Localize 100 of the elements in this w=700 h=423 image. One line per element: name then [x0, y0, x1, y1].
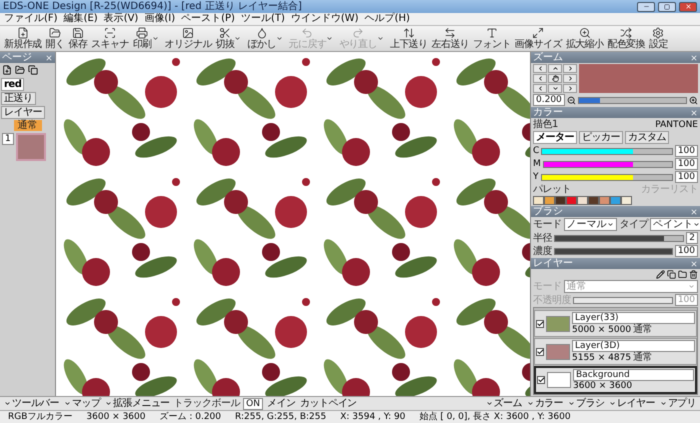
- trash-icon[interactable]: [689, 270, 698, 279]
- menu-item[interactable]: ファイル(F): [4, 13, 58, 25]
- mode-dropdown[interactable]: ノーマル: [564, 218, 616, 231]
- color-swatch[interactable]: [599, 196, 610, 205]
- color-swatch[interactable]: [610, 196, 621, 205]
- channel-value-field[interactable]: 100: [674, 145, 698, 157]
- bottom-menu-button[interactable]: ズーム: [484, 398, 523, 409]
- nav-button[interactable]: [548, 64, 562, 73]
- color-swatch[interactable]: [577, 196, 588, 205]
- copy-icon[interactable]: [28, 65, 38, 75]
- maximize-button[interactable]: [658, 2, 676, 12]
- bottom-menu-button[interactable]: マップ: [63, 398, 102, 409]
- toolbar-button[interactable]: 上下送り: [388, 26, 430, 51]
- channel-value-field[interactable]: 100: [674, 158, 698, 170]
- left-right-arrow-icon: [444, 27, 456, 39]
- toolbar-button[interactable]: 開く: [44, 26, 66, 51]
- nav-button[interactable]: [548, 74, 562, 83]
- toolbar-button[interactable]: 切抜: [214, 26, 246, 51]
- toolbar-button[interactable]: 左右送り: [430, 26, 472, 51]
- close-button[interactable]: [679, 2, 697, 12]
- document-tab[interactable]: red: [1, 78, 24, 91]
- nav-button[interactable]: [533, 64, 547, 73]
- color-swatch[interactable]: [588, 196, 599, 205]
- channel-value-field[interactable]: 100: [674, 171, 698, 183]
- channel-slider[interactable]: [542, 160, 673, 168]
- toolbar-button[interactable]: ぼかし: [245, 26, 287, 51]
- color-tab[interactable]: カスタム: [625, 131, 669, 144]
- toolbar-button[interactable]: 画像サイズ: [512, 26, 564, 51]
- toolbar-button[interactable]: 設定: [646, 26, 670, 51]
- channel-slider[interactable]: [540, 174, 673, 180]
- brush-slider[interactable]: [554, 234, 684, 242]
- bottom-menu-button[interactable]: 拡張メニュー: [104, 398, 171, 409]
- slider-value-field[interactable]: 100: [674, 245, 698, 257]
- zoom-field[interactable]: 0.200: [533, 94, 565, 106]
- slider-value-field[interactable]: 2: [686, 232, 698, 244]
- menu-item[interactable]: ペースト(P): [181, 13, 235, 25]
- nav-button[interactable]: [548, 84, 562, 93]
- caret-icon: [606, 221, 614, 228]
- nav-button[interactable]: [563, 64, 577, 73]
- pencil-icon[interactable]: [656, 270, 665, 279]
- menu-item[interactable]: ヘルプ(H): [364, 13, 410, 25]
- nav-button[interactable]: [533, 74, 547, 83]
- layer-size: 5000 × 5000: [572, 324, 632, 334]
- panel-title: ページ: [2, 52, 32, 63]
- toolbar-button[interactable]: 拡大縮小: [564, 26, 606, 51]
- bottom-menu-button[interactable]: ブラシ: [566, 398, 606, 409]
- toolbar-button[interactable]: 新規作成: [2, 26, 44, 51]
- nav-button[interactable]: [533, 84, 547, 93]
- color-swatch[interactable]: [555, 196, 566, 205]
- new-page-icon[interactable]: [2, 65, 12, 75]
- bottom-menu-button[interactable]: レイヤー: [608, 398, 656, 409]
- nav-button[interactable]: [563, 74, 577, 83]
- color-swatch[interactable]: [621, 196, 632, 205]
- document-tab[interactable]: 正送り: [1, 92, 36, 105]
- close-icon[interactable]: [690, 54, 698, 62]
- layer-mode: 通常: [633, 324, 652, 335]
- toolbar-button[interactable]: 配色変換: [605, 26, 647, 51]
- color-swatch[interactable]: [566, 196, 577, 205]
- slider-label: 濃度: [533, 246, 552, 256]
- toolbar-button[interactable]: オリジナル: [162, 26, 214, 51]
- menu-item[interactable]: ツール(T): [240, 13, 285, 25]
- mode-label: モード: [533, 219, 562, 230]
- color-tab[interactable]: ピッカー: [579, 131, 623, 144]
- menu-item[interactable]: ウインドウ(W): [290, 13, 359, 25]
- document-tab[interactable]: レイヤー: [1, 106, 45, 119]
- zoom-out-icon[interactable]: [566, 96, 576, 104]
- close-icon[interactable]: [690, 208, 698, 216]
- close-icon[interactable]: [45, 54, 53, 62]
- color-swatch[interactable]: [533, 196, 544, 205]
- close-icon[interactable]: [690, 260, 698, 268]
- nav-button[interactable]: [563, 84, 577, 93]
- type-dropdown[interactable]: ペイント: [650, 218, 700, 231]
- color-swatch[interactable]: [544, 196, 555, 205]
- menu-item[interactable]: 表示(V): [104, 13, 138, 25]
- copy-icon[interactable]: [667, 270, 676, 279]
- bottom-menu-button[interactable]: ツールバー: [3, 398, 60, 409]
- toolbar-button[interactable]: フォント: [471, 26, 513, 51]
- caret-icon: [568, 400, 575, 407]
- folder-icon[interactable]: [15, 65, 25, 75]
- cut-pane-button[interactable]: カットペイン: [299, 398, 358, 409]
- color-tab[interactable]: メーター: [533, 131, 577, 144]
- toolbar-button[interactable]: 印刷: [130, 26, 163, 51]
- bottom-menu-button[interactable]: アプリ: [658, 398, 697, 409]
- toolbar-button[interactable]: 保存: [66, 26, 90, 51]
- close-icon[interactable]: [690, 108, 698, 116]
- channel-slider[interactable]: [541, 148, 673, 154]
- folder-icon[interactable]: [678, 270, 687, 279]
- bottom-menu-button[interactable]: カラー: [526, 398, 564, 409]
- main-button[interactable]: メイン: [266, 398, 296, 409]
- minimize-button[interactable]: [637, 2, 655, 12]
- zoom-in-icon[interactable]: [689, 96, 698, 104]
- menu-item[interactable]: 画像(I): [144, 13, 176, 25]
- panel-title: ブラシ: [533, 206, 563, 217]
- folder-icon: [49, 27, 62, 39]
- toolbar-button[interactable]: スキャナ: [89, 26, 131, 51]
- page-thumbnail[interactable]: [16, 133, 46, 161]
- menu-item[interactable]: 編集(E): [64, 13, 98, 25]
- caret-icon: [276, 35, 283, 42]
- trackball-field[interactable]: ON: [243, 398, 263, 410]
- zoom-slider[interactable]: [578, 96, 687, 104]
